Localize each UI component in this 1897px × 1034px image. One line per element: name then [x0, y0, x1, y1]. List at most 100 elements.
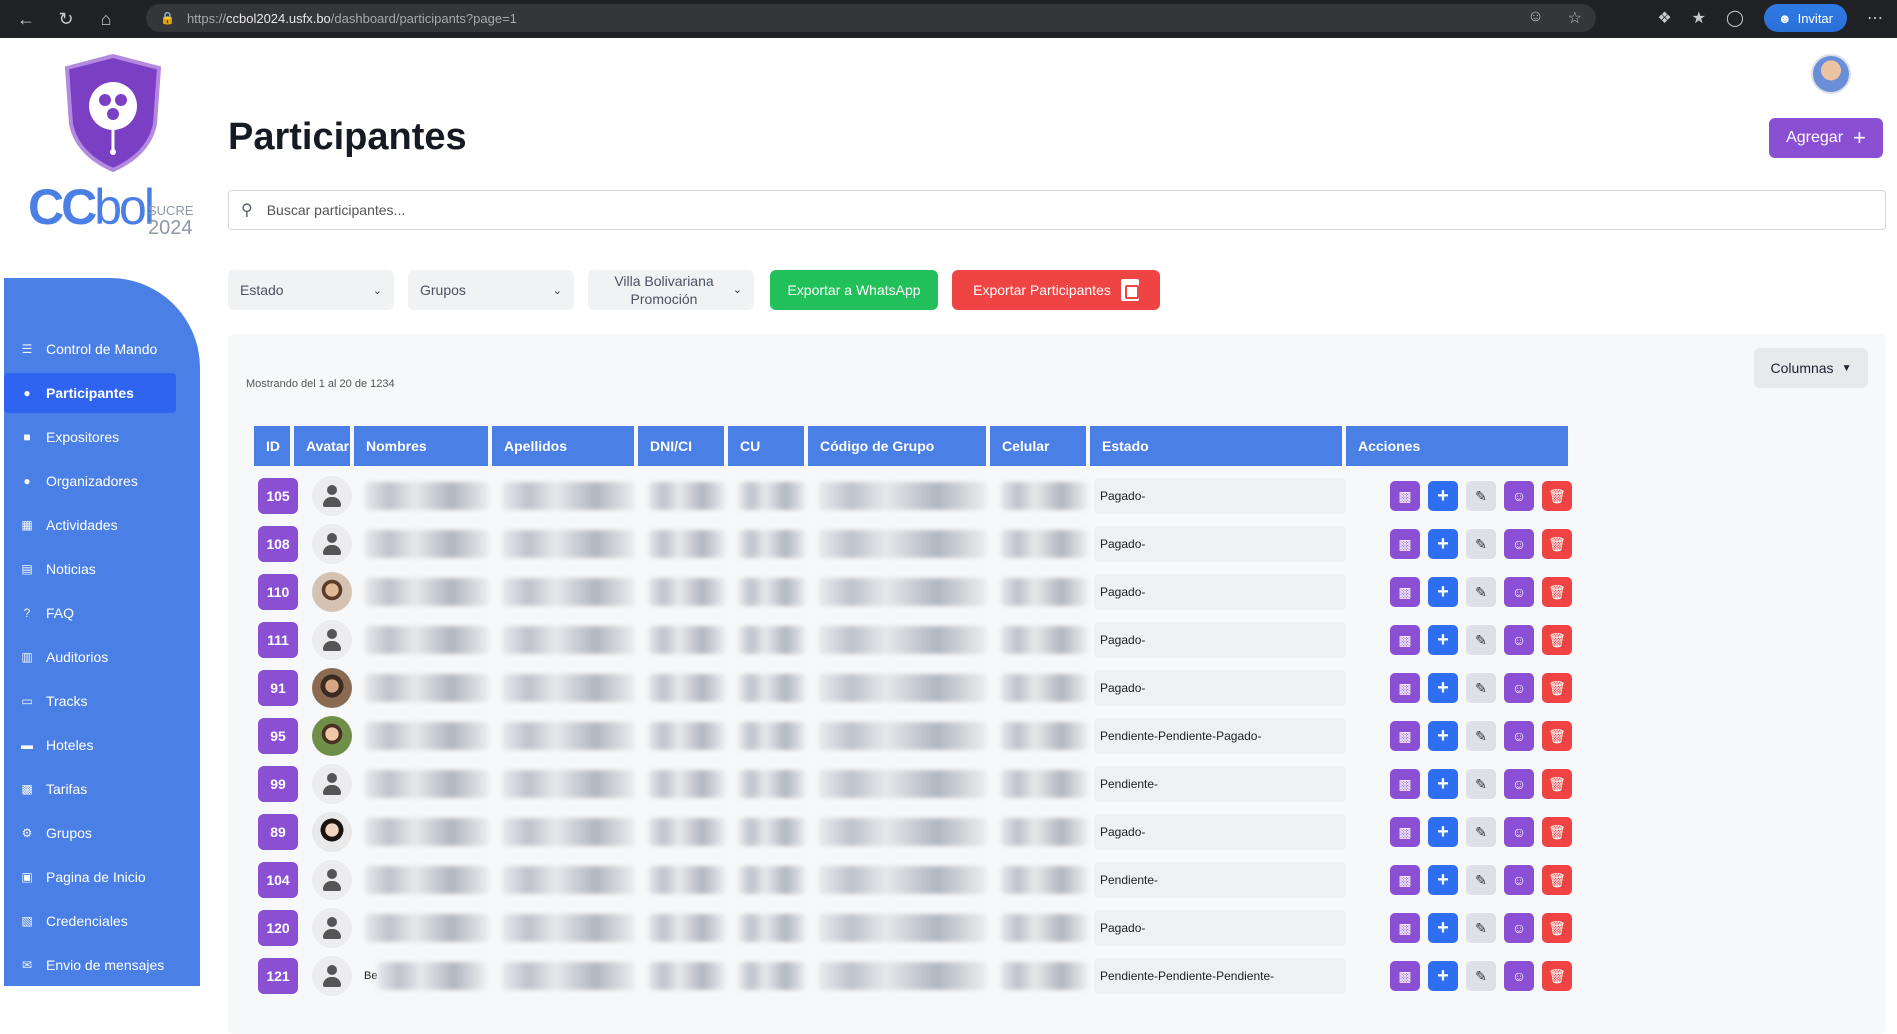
delete-button[interactable]: 🗑	[1542, 673, 1572, 703]
credential-button[interactable]: ▩	[1390, 913, 1420, 943]
more-icon[interactable]: ⋯	[1867, 8, 1883, 28]
credential-button[interactable]: ▩	[1390, 529, 1420, 559]
user-group-button[interactable]: ☺	[1504, 673, 1534, 703]
sidebar-item-control-de-mando[interactable]: ☰ Control de Mando	[4, 329, 176, 369]
user-group-button[interactable]: ☺	[1504, 865, 1534, 895]
user-group-button[interactable]: ☺	[1504, 817, 1534, 847]
delete-button[interactable]: 🗑	[1542, 721, 1572, 751]
add-group-button[interactable]: +	[1428, 529, 1458, 559]
sidebar-item-organizadores[interactable]: ● Organizadores	[4, 461, 176, 501]
delete-button[interactable]: 🗑	[1542, 577, 1572, 607]
sidebar-item-auditorios[interactable]: ▥ Auditorios	[4, 637, 176, 677]
sidebar-item-pagina-de-inicio[interactable]: ▣ Pagina de Inicio	[4, 857, 176, 897]
sidebar-item-envio-de-mensajes[interactable]: ✉ Envio de mensajes	[4, 945, 176, 985]
column-header[interactable]: Avatar	[294, 426, 350, 466]
credential-button[interactable]: ▩	[1390, 673, 1420, 703]
edit-button[interactable]: ✎	[1466, 913, 1496, 943]
column-header[interactable]: Apellidos	[492, 426, 634, 466]
add-group-button[interactable]: +	[1428, 625, 1458, 655]
delete-button[interactable]: 🗑	[1542, 913, 1572, 943]
user-group-button[interactable]: ☺	[1504, 721, 1534, 751]
add-group-button[interactable]: +	[1428, 577, 1458, 607]
add-group-button[interactable]: +	[1428, 913, 1458, 943]
edit-button[interactable]: ✎	[1466, 625, 1496, 655]
invite-button[interactable]: ☻ Invitar	[1763, 4, 1847, 32]
add-group-button[interactable]: +	[1428, 481, 1458, 511]
edit-button[interactable]: ✎	[1466, 529, 1496, 559]
address-bar[interactable]: 🔒 https://ccbol2024.usfx.bo/dashboard/pa…	[146, 4, 1596, 32]
column-header[interactable]: Nombres	[354, 426, 488, 466]
edit-button[interactable]: ✎	[1466, 577, 1496, 607]
sidebar-item-hoteles[interactable]: ▬ Hoteles	[4, 725, 176, 765]
add-group-button[interactable]: +	[1428, 817, 1458, 847]
sidebar-item-noticias[interactable]: ▤ Noticias	[4, 549, 176, 589]
ccbol-logo[interactable]: CCbol SUCRE 2024	[28, 54, 198, 254]
add-group-button[interactable]: +	[1428, 721, 1458, 751]
credential-button[interactable]: ▩	[1390, 481, 1420, 511]
sidebar-item-tarifas[interactable]: ▩ Tarifas	[4, 769, 176, 809]
user-avatar[interactable]	[1811, 54, 1851, 94]
delete-button[interactable]: 🗑	[1542, 961, 1572, 991]
sidebar-item-participantes[interactable]: ● Participantes	[4, 373, 176, 413]
edit-button[interactable]: ✎	[1466, 769, 1496, 799]
delete-button[interactable]: 🗑	[1542, 769, 1572, 799]
add-button[interactable]: Agregar +	[1769, 118, 1883, 158]
user-group-button[interactable]: ☺	[1504, 913, 1534, 943]
search-input[interactable]	[266, 202, 1767, 218]
edit-button[interactable]: ✎	[1466, 961, 1496, 991]
estado-select[interactable]: Estado ⌄	[228, 270, 394, 310]
edit-button[interactable]: ✎	[1466, 865, 1496, 895]
edit-button[interactable]: ✎	[1466, 721, 1496, 751]
star-icon[interactable]: ☆	[1568, 8, 1582, 28]
column-header[interactable]: Código de Grupo	[808, 426, 986, 466]
delete-button[interactable]: 🗑	[1542, 865, 1572, 895]
add-group-button[interactable]: +	[1428, 769, 1458, 799]
credential-button[interactable]: ▩	[1390, 577, 1420, 607]
favorites-icon[interactable]: ★	[1692, 8, 1706, 28]
add-group-button[interactable]: +	[1428, 673, 1458, 703]
column-header[interactable]: Celular	[990, 426, 1086, 466]
sidebar-item-credenciales[interactable]: ▧ Credenciales	[4, 901, 176, 941]
export-whatsapp-button[interactable]: Exportar a WhatsApp	[770, 270, 938, 310]
user-group-button[interactable]: ☺	[1504, 529, 1534, 559]
delete-button[interactable]: 🗑	[1542, 529, 1572, 559]
sidebar-item-tracks[interactable]: ▭ Tracks	[4, 681, 176, 721]
user-group-button[interactable]: ☺	[1504, 481, 1534, 511]
back-icon[interactable]: ←	[12, 5, 40, 33]
user-group-button[interactable]: ☺	[1504, 577, 1534, 607]
edit-button[interactable]: ✎	[1466, 673, 1496, 703]
credential-button[interactable]: ▩	[1390, 769, 1420, 799]
column-header[interactable]: DNI/CI	[638, 426, 724, 466]
export-participants-button[interactable]: Exportar Participantes	[952, 270, 1160, 310]
sede-select[interactable]: Villa Bolivariana Promoción ⌄	[588, 270, 754, 310]
credential-button[interactable]: ▩	[1390, 817, 1420, 847]
credential-button[interactable]: ▩	[1390, 625, 1420, 655]
copilot-icon[interactable]: ◯	[1726, 8, 1744, 28]
edit-button[interactable]: ✎	[1466, 481, 1496, 511]
user-group-button[interactable]: ☺	[1504, 625, 1534, 655]
add-group-button[interactable]: +	[1428, 961, 1458, 991]
user-group-button[interactable]: ☺	[1504, 769, 1534, 799]
delete-button[interactable]: 🗑	[1542, 625, 1572, 655]
sidebar-item-faq[interactable]: ? FAQ	[4, 593, 176, 633]
delete-button[interactable]: 🗑	[1542, 817, 1572, 847]
column-header[interactable]: Acciones	[1346, 426, 1568, 466]
sidebar-item-actividades[interactable]: ▦ Actividades	[4, 505, 176, 545]
credential-button[interactable]: ▩	[1390, 865, 1420, 895]
credential-button[interactable]: ▩	[1390, 721, 1420, 751]
reader-icon[interactable]: ☺	[1527, 8, 1543, 28]
add-group-button[interactable]: +	[1428, 865, 1458, 895]
sidebar-item-expositores[interactable]: ■ Expositores	[4, 417, 176, 457]
column-header[interactable]: ID	[254, 426, 290, 466]
columns-button[interactable]: Columnas ▼	[1754, 348, 1868, 388]
user-group-button[interactable]: ☺	[1504, 961, 1534, 991]
grupos-select[interactable]: Grupos ⌄	[408, 270, 574, 310]
delete-button[interactable]: 🗑	[1542, 481, 1572, 511]
edit-button[interactable]: ✎	[1466, 817, 1496, 847]
credential-button[interactable]: ▩	[1390, 961, 1420, 991]
column-header[interactable]: Estado	[1090, 426, 1342, 466]
column-header[interactable]: CU	[728, 426, 804, 466]
sidebar-item-grupos[interactable]: ⚙ Grupos	[4, 813, 176, 853]
reload-icon[interactable]: ↻	[52, 5, 80, 33]
home-icon[interactable]: ⌂	[92, 5, 120, 33]
